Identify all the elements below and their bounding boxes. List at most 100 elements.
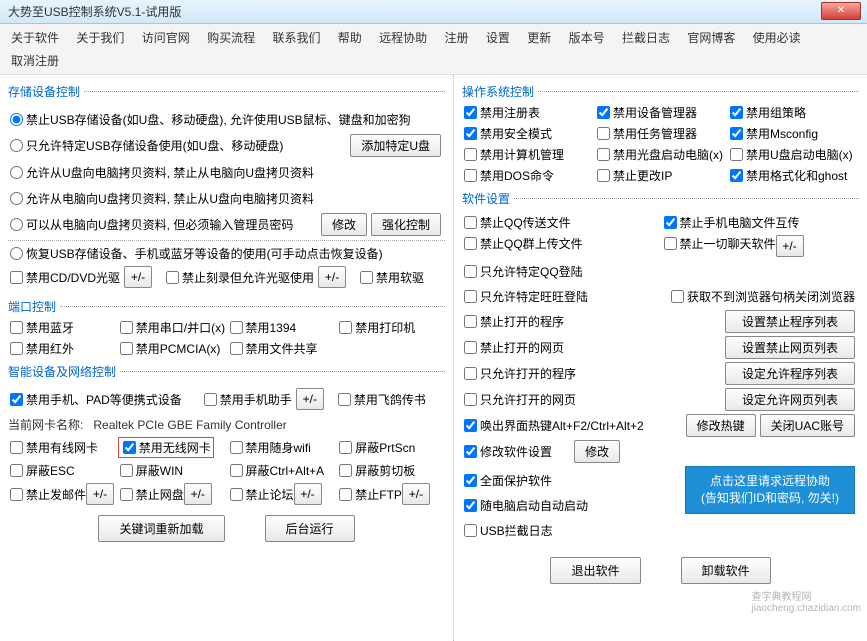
btn-blockpage[interactable]: 设置禁止网页列表 bbox=[725, 336, 855, 359]
bg-button[interactable]: 后台运行 bbox=[265, 515, 355, 542]
menu-version[interactable]: 版本号 bbox=[562, 26, 612, 49]
cb-reg[interactable]: 禁用注册表 bbox=[462, 104, 593, 121]
cb-ghost[interactable]: 禁用格式化和ghost bbox=[728, 167, 859, 184]
radio-allow-u2pc[interactable]: 允许从U盘向电脑拷贝资料, 禁止从电脑向U盘拷贝资料 bbox=[8, 164, 314, 181]
menu-blog[interactable]: 官网博客 bbox=[680, 26, 742, 49]
cb-cddvd[interactable]: 禁用CD/DVD光驱 bbox=[8, 269, 120, 286]
ftp-toggle[interactable]: +/- bbox=[402, 483, 430, 505]
bbs-toggle[interactable]: +/- bbox=[294, 483, 322, 505]
reload-button[interactable]: 关键词重新加载 bbox=[98, 515, 224, 542]
menu-website[interactable]: 访问官网 bbox=[135, 26, 197, 49]
radio-allow-pc2u[interactable]: 允许从电脑向U盘拷贝资料, 禁止从U盘向电脑拷贝资料 bbox=[8, 190, 314, 207]
cb-blockprog[interactable]: 禁止打开的程序 bbox=[462, 313, 564, 330]
menu-buy[interactable]: 购买流程 bbox=[200, 26, 262, 49]
helper-toggle[interactable]: +/- bbox=[296, 388, 324, 410]
remote-help-box[interactable]: 点击这里请求远程协助 (告知我们ID和密码, 勿关!) bbox=[685, 466, 855, 514]
cb-netdisk[interactable]: 禁止网盘 bbox=[118, 486, 184, 503]
os-group: 操作系统控制 禁用注册表 禁用设备管理器 禁用组策略 禁用安全模式 禁用任务管理… bbox=[462, 83, 859, 186]
force-button[interactable]: 强化控制 bbox=[371, 213, 441, 236]
menu-remote[interactable]: 远程协助 bbox=[372, 26, 434, 49]
cb-usbboot[interactable]: 禁用U盘启动电脑(x) bbox=[728, 146, 859, 163]
menu-settings[interactable]: 设置 bbox=[479, 26, 517, 49]
cb-bbs[interactable]: 禁止论坛 bbox=[228, 486, 294, 503]
menu-update[interactable]: 更新 bbox=[520, 26, 558, 49]
cb-protectall[interactable]: 全面保护软件 bbox=[462, 472, 552, 489]
cb-phone[interactable]: 禁用手机、PAD等便携式设备 bbox=[8, 391, 182, 408]
cb-safe[interactable]: 禁用安全模式 bbox=[462, 125, 593, 142]
radio-restore[interactable]: 恢复USB存储设备、手机或蓝牙等设备的使用(可手动点击恢复设备) bbox=[8, 245, 383, 262]
cb-task[interactable]: 禁用任务管理器 bbox=[595, 125, 726, 142]
cb-bluetooth[interactable]: 禁用蓝牙 bbox=[8, 319, 74, 336]
cb-adhoc[interactable]: 禁用随身wifi bbox=[228, 439, 311, 456]
cb-win[interactable]: 屏蔽WIN bbox=[118, 462, 183, 479]
btn-blockprog[interactable]: 设置禁止程序列表 bbox=[725, 310, 855, 333]
cb-helper[interactable]: 禁用手机助手 bbox=[202, 391, 292, 408]
cb-blockpage[interactable]: 禁止打开的网页 bbox=[462, 339, 564, 356]
cb-mail[interactable]: 禁止发邮件 bbox=[8, 486, 86, 503]
cb-book[interactable]: 禁用飞鸽传书 bbox=[336, 391, 426, 408]
cb-1394[interactable]: 禁用1394 bbox=[228, 319, 297, 336]
menu-about-us[interactable]: 关于我们 bbox=[69, 26, 131, 49]
cddvd-toggle[interactable]: +/- bbox=[124, 266, 152, 288]
cb-devmgr[interactable]: 禁用设备管理器 bbox=[595, 104, 726, 121]
cb-esc[interactable]: 屏蔽ESC bbox=[8, 462, 75, 479]
btn-hotkey[interactable]: 修改热键 bbox=[686, 414, 756, 437]
cb-noclose[interactable]: 获取不到浏览器句柄关闭浏览器 bbox=[669, 288, 855, 305]
menu-log[interactable]: 拦截日志 bbox=[615, 26, 677, 49]
cb-autostart[interactable]: 随电脑启动自动启动 bbox=[462, 497, 588, 514]
cb-onlyqq[interactable]: 只允许特定QQ登陆 bbox=[462, 263, 583, 280]
cb-onlyww[interactable]: 只允许特定旺旺登陆 bbox=[462, 288, 588, 305]
mail-toggle[interactable]: +/- bbox=[86, 483, 114, 505]
cb-qqgroup[interactable]: 禁止QQ群上传文件 bbox=[462, 235, 583, 252]
cb-serial[interactable]: 禁用串口/并口(x) bbox=[118, 319, 225, 336]
cb-gpol[interactable]: 禁用组策略 bbox=[728, 104, 859, 121]
cb-phonepc[interactable]: 禁止手机电脑文件互传 bbox=[662, 214, 860, 231]
cb-allowpage[interactable]: 只允许打开的网页 bbox=[462, 391, 576, 408]
chat-toggle[interactable]: +/- bbox=[776, 235, 804, 257]
cb-dos[interactable]: 禁用DOS命令 bbox=[462, 167, 593, 184]
cb-prtscn[interactable]: 屏蔽PrtScn bbox=[337, 439, 415, 456]
cb-cdboot[interactable]: 禁用光盘启动电脑(x) bbox=[595, 146, 726, 163]
close-icon[interactable]: ✕ bbox=[821, 2, 861, 20]
exit-button[interactable]: 退出软件 bbox=[550, 557, 640, 584]
btn-allowpage[interactable]: 设定允许网页列表 bbox=[725, 388, 855, 411]
cb-printer[interactable]: 禁用打印机 bbox=[337, 319, 415, 336]
radio-pwd-copy[interactable]: 可以从电脑向U盘拷贝资料, 但必须输入管理员密码 bbox=[8, 216, 293, 233]
radio-allow-specific[interactable]: 只允许特定USB存储设备使用(如U盘、移动硬盘) bbox=[8, 137, 283, 154]
menu-mustread[interactable]: 使用必读 bbox=[746, 26, 808, 49]
cb-hotkey[interactable]: 唤出界面热键Alt+F2/Ctrl+Alt+2 bbox=[462, 417, 644, 434]
cb-clip[interactable]: 屏蔽剪切板 bbox=[337, 462, 415, 479]
cb-share[interactable]: 禁用文件共享 bbox=[228, 340, 318, 357]
btn-config[interactable]: 修改 bbox=[574, 440, 620, 463]
btn-uac[interactable]: 关闭UAC账号 bbox=[760, 414, 855, 437]
menu-about-sw[interactable]: 关于软件 bbox=[4, 26, 66, 49]
menu-unregister[interactable]: 取消注册 bbox=[4, 49, 66, 72]
burn-toggle[interactable]: +/- bbox=[318, 266, 346, 288]
netdisk-toggle[interactable]: +/- bbox=[184, 483, 212, 505]
cb-qqfile[interactable]: 禁止QQ传送文件 bbox=[462, 214, 660, 231]
cb-oneone[interactable]: 禁止一切聊天软件 bbox=[662, 235, 776, 252]
cb-pcmcia[interactable]: 禁用PCMCIA(x) bbox=[118, 340, 221, 357]
watermark: 查字典教程网jiaocheng.chazidian.com bbox=[751, 588, 861, 614]
cb-ir[interactable]: 禁用红外 bbox=[8, 340, 74, 357]
cb-floppy[interactable]: 禁用软驱 bbox=[358, 269, 424, 286]
cb-burn[interactable]: 禁止刻录但允许光驱使用 bbox=[164, 269, 314, 286]
cb-config[interactable]: 修改软件设置 bbox=[462, 443, 552, 460]
cb-wired[interactable]: 禁用有线网卡 bbox=[8, 439, 98, 456]
cb-ip[interactable]: 禁止更改IP bbox=[595, 167, 726, 184]
cb-wifi[interactable]: 禁用无线网卡 bbox=[118, 437, 214, 458]
cb-compmgr[interactable]: 禁用计算机管理 bbox=[462, 146, 593, 163]
menu-register[interactable]: 注册 bbox=[438, 26, 476, 49]
menu-contact[interactable]: 联系我们 bbox=[265, 26, 327, 49]
unload-button[interactable]: 卸载软件 bbox=[681, 557, 771, 584]
modify-button[interactable]: 修改 bbox=[321, 213, 367, 236]
btn-allowprog[interactable]: 设定允许程序列表 bbox=[725, 362, 855, 385]
radio-block-usb[interactable]: 禁止USB存储设备(如U盘、移动硬盘), 允许使用USB鼠标、键盘和加密狗 bbox=[8, 111, 411, 128]
cb-allowprog[interactable]: 只允许打开的程序 bbox=[462, 365, 576, 382]
cb-log[interactable]: USB拦截日志 bbox=[462, 522, 553, 539]
cb-ctrlalta[interactable]: 屏蔽Ctrl+Alt+A bbox=[228, 462, 325, 479]
menu-help[interactable]: 帮助 bbox=[331, 26, 369, 49]
cb-ftp[interactable]: 禁止FTP bbox=[337, 486, 402, 503]
add-usb-button[interactable]: 添加特定U盘 bbox=[350, 134, 441, 157]
cb-msconfig[interactable]: 禁用Msconfig bbox=[728, 125, 859, 142]
